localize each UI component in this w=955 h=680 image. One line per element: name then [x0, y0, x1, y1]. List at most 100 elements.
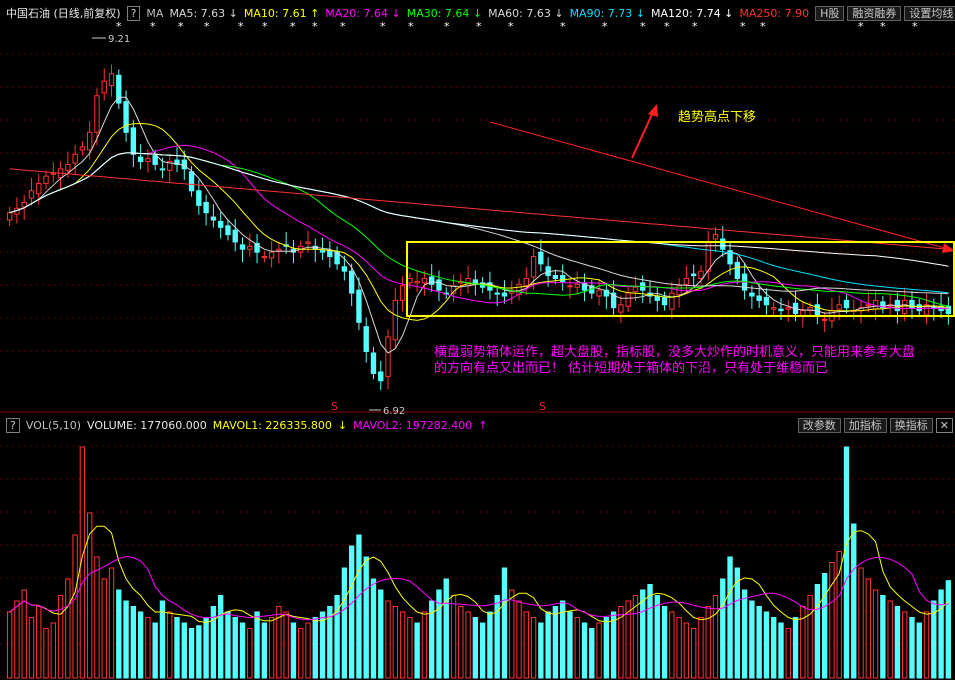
candle-body [232, 229, 238, 243]
candle-body [36, 182, 42, 195]
candle-body [530, 256, 537, 278]
volume-bar [690, 628, 697, 679]
candle-body [902, 299, 908, 315]
candle-body [436, 279, 442, 291]
volume-bar [407, 617, 413, 679]
candle-body [181, 159, 187, 170]
volume-bar [567, 611, 573, 679]
event-star-icon: * [880, 20, 886, 33]
candle-body [123, 101, 129, 133]
candle-body [632, 286, 639, 293]
candle-body [821, 318, 828, 321]
volume-bar [792, 617, 799, 679]
ma90-line [9, 152, 949, 294]
close-icon[interactable]: ✕ [935, 417, 953, 433]
candle-body [28, 190, 35, 199]
candle-body [749, 292, 755, 297]
event-star-icon: * [640, 20, 646, 33]
candle-body [690, 273, 697, 277]
candle-body [79, 146, 86, 151]
volume-bar [851, 523, 857, 679]
candle-body [523, 277, 529, 287]
volume-bar [894, 606, 901, 679]
volume-bar [341, 567, 348, 679]
volume-bar [880, 595, 886, 679]
volume-bar [305, 622, 311, 679]
ma250-line [9, 168, 949, 250]
volume-bar [472, 617, 479, 679]
candle-body [188, 171, 195, 192]
volume-bar [298, 628, 304, 679]
volume-bar [756, 606, 762, 679]
volume-bar [545, 611, 551, 679]
volume-bar [443, 578, 449, 679]
volume-button-1[interactable]: 加指标 [843, 417, 887, 433]
candle-body [843, 299, 850, 309]
volume-button-0[interactable]: 改参数 [797, 417, 841, 433]
event-star-icon: * [476, 20, 482, 33]
volume-bar [720, 578, 726, 679]
volume-bar [65, 578, 71, 679]
candle-body [247, 245, 253, 250]
candle-body [669, 292, 675, 310]
event-star-icon: * [602, 20, 608, 33]
candle-body [552, 275, 559, 279]
volume-bar [116, 589, 122, 679]
candle-body [778, 308, 784, 312]
event-star-icon: * [290, 20, 296, 33]
mavol1-value: MAVOL1: 226335.800 [212, 418, 332, 432]
volume-bar [734, 567, 741, 679]
candle-body [21, 201, 27, 208]
volume-bar [538, 622, 544, 679]
candle-body [763, 296, 770, 306]
candle-body [94, 95, 100, 133]
ma5-line [9, 96, 949, 354]
candle-body [130, 127, 137, 155]
volume-bar [909, 617, 915, 679]
volume-bar [640, 589, 646, 679]
volume-bar [421, 611, 428, 679]
candle-body [836, 304, 842, 310]
volume-bar [348, 545, 355, 679]
volume-bar [356, 534, 362, 679]
note-line-1: 横盘弱势箱体运作，超大盘股，指标股，没多大炒作的时机意义，只能用来参考大盘 [434, 344, 915, 360]
candle-body [108, 73, 115, 87]
event-star-icon: * [150, 20, 156, 33]
volume-bar [36, 606, 42, 679]
volume-bar [57, 595, 64, 679]
event-star-icon: * [340, 20, 346, 33]
volume-bar [654, 595, 660, 679]
volume-bar [916, 622, 922, 679]
candle-body [385, 336, 391, 377]
candle-body [225, 225, 231, 236]
volume-button-2[interactable]: 换指标 [889, 417, 933, 433]
volume-bar [130, 606, 137, 679]
candle-body [196, 190, 202, 206]
volume-bar [669, 611, 675, 679]
candle-body [560, 275, 566, 282]
volume-bar [603, 617, 610, 679]
volume-bar [698, 617, 704, 679]
volume-indicator-label: VOL(5,10) [25, 418, 82, 432]
candle-body [596, 289, 602, 297]
candle-body [327, 250, 333, 258]
candle-body [145, 158, 151, 163]
volume-help-icon[interactable]: ? [6, 417, 20, 433]
volume-bar [6, 611, 13, 679]
candle-body [217, 220, 224, 228]
volume-bar [137, 611, 144, 679]
candle-body [101, 80, 107, 94]
annotation-arrow [631, 109, 655, 159]
candle-body [414, 280, 420, 284]
candle-body [239, 244, 246, 250]
annotation-arrow-icon [648, 104, 658, 117]
volume-bar [196, 625, 202, 679]
volume-bar [523, 611, 529, 679]
candle-body [785, 307, 791, 310]
volume-bar [363, 556, 369, 679]
volume-bar [152, 622, 158, 679]
volume-bar [385, 600, 391, 679]
mavol2-value: MAVOL2: 197282.400 [353, 418, 473, 432]
volume-bar [203, 617, 209, 679]
volume-bar [661, 606, 668, 679]
